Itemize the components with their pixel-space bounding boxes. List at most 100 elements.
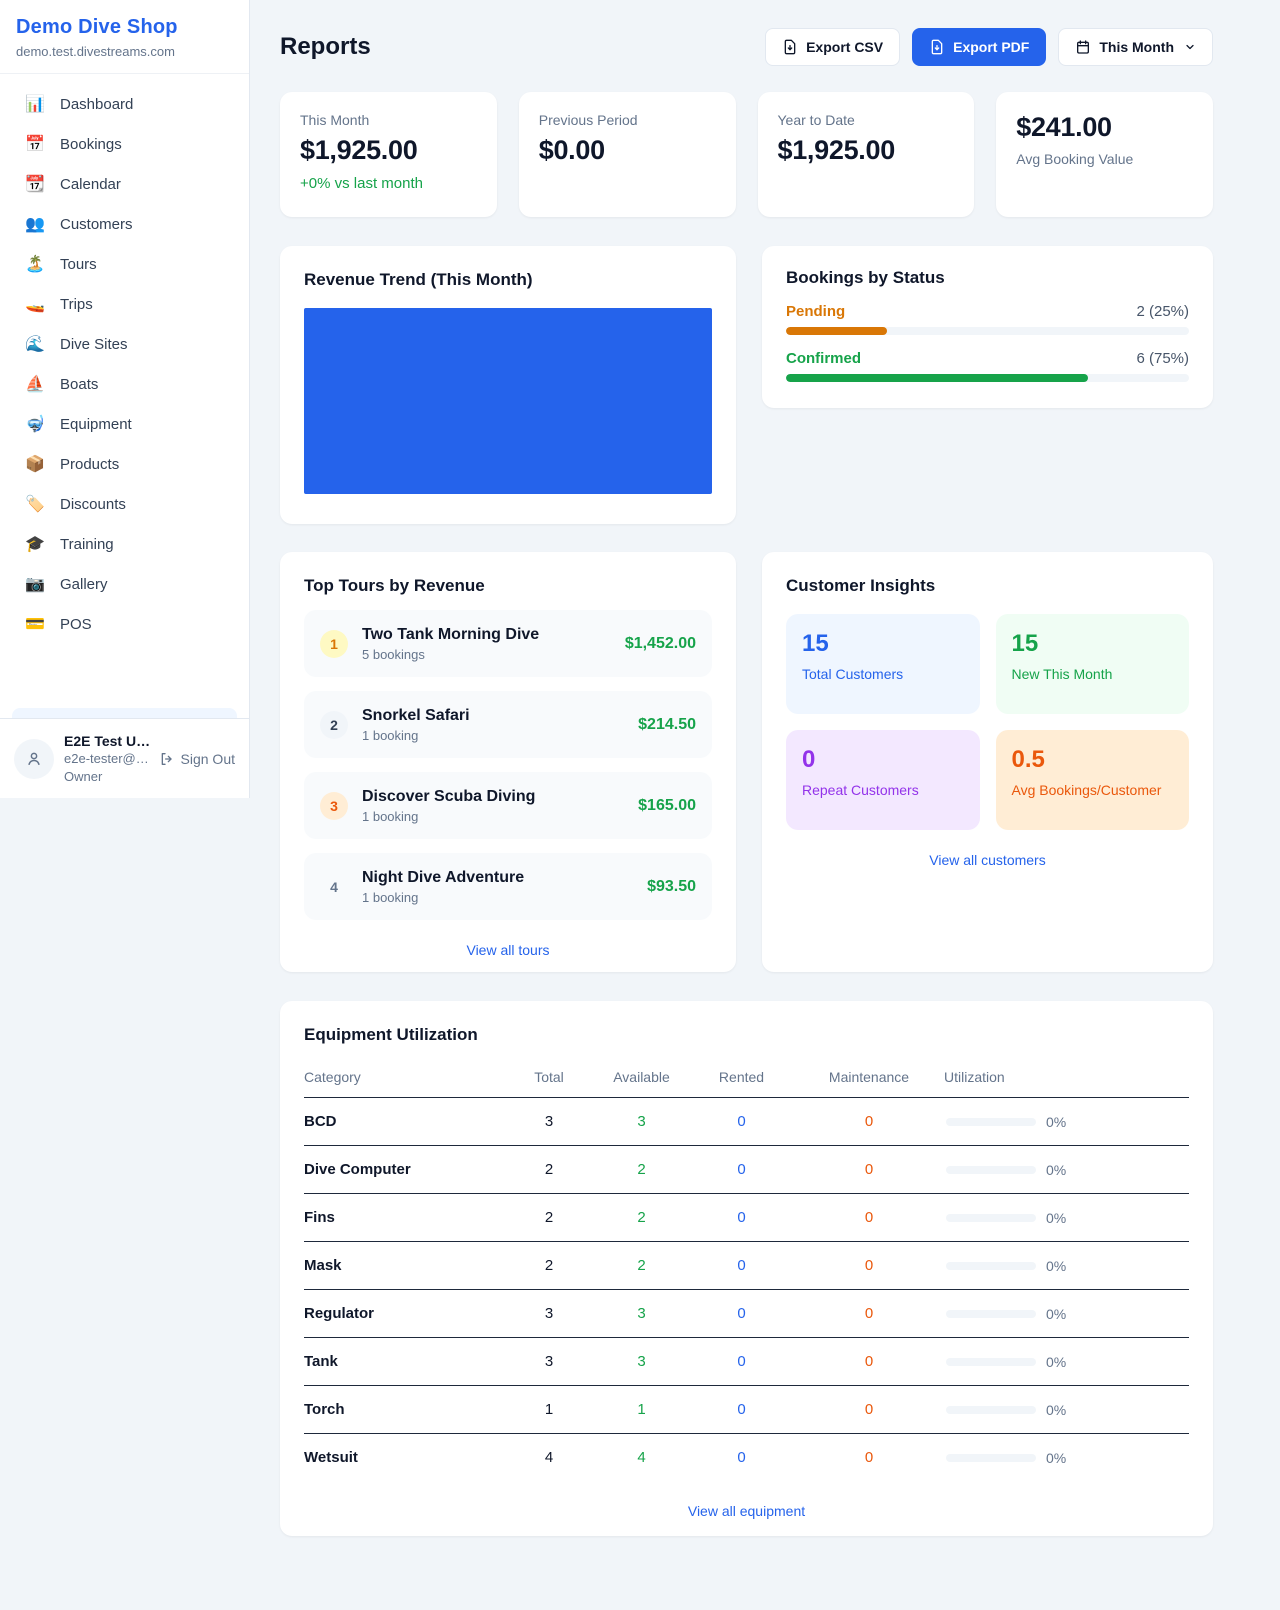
file-download-icon: [782, 39, 798, 55]
sidebar-item-training[interactable]: 🎓 Training: [10, 524, 239, 564]
wave-icon: 🌊: [24, 334, 46, 354]
tour-bookings: 1 booking: [362, 890, 633, 905]
category-cell: Tank: [304, 1338, 504, 1386]
utilization-cell: 0%: [944, 1434, 1189, 1482]
stat-label: Previous Period: [539, 112, 716, 128]
utilization-cell: 0%: [944, 1338, 1189, 1386]
sidebar-item-tours[interactable]: 🏝️ Tours: [10, 244, 239, 284]
column-header: Maintenance: [794, 1061, 944, 1098]
sidebar-item-pos[interactable]: 💳 POS: [10, 604, 239, 644]
calendar-icon: 📆: [24, 174, 46, 194]
tour-name: Discover Scuba Diving: [362, 788, 624, 806]
brand-name: Demo Dive Shop: [16, 16, 233, 39]
package-icon: 📦: [24, 454, 46, 474]
sign-out-button[interactable]: Sign Out: [159, 751, 235, 767]
table-row: Fins 2 2 0 0 0%: [304, 1194, 1189, 1242]
sidebar-item-trips[interactable]: 🚤 Trips: [10, 284, 239, 324]
bookings-by-status-card: Bookings by Status Pending 2 (25%) Confi…: [762, 246, 1213, 408]
view-all-customers-link[interactable]: View all customers: [929, 852, 1045, 868]
column-header: Total: [504, 1061, 594, 1098]
utilization-percent: 0%: [1046, 1258, 1066, 1274]
brand-block: Demo Dive Shop demo.test.divestreams.com: [0, 0, 249, 74]
total-cell: 3: [504, 1290, 594, 1338]
utilization-percent: 0%: [1046, 1306, 1066, 1322]
equipment-utilization-title: Equipment Utilization: [304, 1025, 1189, 1045]
sidebar-item-customers[interactable]: 👥 Customers: [10, 204, 239, 244]
period-label: This Month: [1099, 39, 1174, 55]
charts-row: Revenue Trend (This Month) Bookings by S…: [280, 246, 1213, 524]
view-all-tours-link[interactable]: View all tours: [466, 942, 549, 958]
export-csv-button[interactable]: Export CSV: [765, 28, 900, 66]
status-label: Pending: [786, 303, 845, 320]
available-cell: 3: [594, 1290, 689, 1338]
period-dropdown[interactable]: This Month: [1058, 28, 1213, 66]
tag-icon: 🏷️: [24, 494, 46, 514]
chevron-down-icon: [1184, 41, 1196, 53]
utilization-percent: 0%: [1046, 1210, 1066, 1226]
sidebar-item-label: Boats: [60, 376, 98, 393]
sidebar-item-label: Discounts: [60, 496, 126, 513]
sidebar-item-dive-sites[interactable]: 🌊 Dive Sites: [10, 324, 239, 364]
category-cell: Dive Computer: [304, 1146, 504, 1194]
maintenance-cell: 0: [794, 1242, 944, 1290]
category-cell: Regulator: [304, 1290, 504, 1338]
stats-row: This Month $1,925.00 +0% vs last month P…: [280, 92, 1213, 217]
insight-label: Total Customers: [802, 666, 964, 682]
utilization-bar: [946, 1262, 1036, 1270]
utilization-cell: 0%: [944, 1386, 1189, 1434]
credit-card-icon: 💳: [24, 614, 46, 634]
view-all-equipment-link[interactable]: View all equipment: [688, 1503, 805, 1519]
tour-bookings: 5 bookings: [362, 647, 611, 662]
utilization-bar: [946, 1118, 1036, 1126]
sidebar-item-partially-visible[interactable]: [12, 708, 237, 718]
status-progress-track: [786, 374, 1189, 382]
category-cell: Wetsuit: [304, 1434, 504, 1482]
sidebar-item-label: Trips: [60, 296, 93, 313]
available-cell: 2: [594, 1242, 689, 1290]
tour-amount: $165.00: [638, 797, 696, 815]
top-tours-title: Top Tours by Revenue: [304, 576, 712, 596]
total-cell: 2: [504, 1194, 594, 1242]
insight-tile-avg-bookings: 0.5 Avg Bookings/Customer: [996, 730, 1190, 830]
status-progress-fill: [786, 327, 887, 335]
stat-card-year-to-date: Year to Date $1,925.00: [758, 92, 975, 217]
utilization-cell: 0%: [944, 1290, 1189, 1338]
dive-mask-icon: 🤿: [24, 414, 46, 434]
export-pdf-button[interactable]: Export PDF: [912, 28, 1046, 66]
total-cell: 2: [504, 1146, 594, 1194]
sailboat-icon: ⛵: [24, 374, 46, 394]
sidebar-item-label: POS: [60, 616, 92, 633]
sidebar-item-discounts[interactable]: 🏷️ Discounts: [10, 484, 239, 524]
sidebar-item-calendar[interactable]: 📆 Calendar: [10, 164, 239, 204]
sidebar-item-equipment[interactable]: 🤿 Equipment: [10, 404, 239, 444]
user-name: E2E Test U…: [64, 732, 149, 751]
utilization-percent: 0%: [1046, 1114, 1066, 1130]
utilization-bar: [946, 1358, 1036, 1366]
bookings-by-status-title: Bookings by Status: [786, 268, 1189, 288]
sidebar-item-dashboard[interactable]: 📊 Dashboard: [10, 84, 239, 124]
sidebar-item-label: Training: [60, 536, 114, 553]
sidebar-item-label: Dive Sites: [60, 336, 128, 353]
maintenance-cell: 0: [794, 1194, 944, 1242]
sidebar-item-gallery[interactable]: 📷 Gallery: [10, 564, 239, 604]
avatar: [14, 739, 54, 779]
status-row-confirmed: Confirmed 6 (75%): [786, 350, 1189, 382]
insight-value: 0: [802, 746, 964, 774]
speedboat-icon: 🚤: [24, 294, 46, 314]
sidebar-item-label: Equipment: [60, 416, 132, 433]
available-cell: 2: [594, 1146, 689, 1194]
insight-tile-new-this-month: 15 New This Month: [996, 614, 1190, 714]
available-cell: 1: [594, 1386, 689, 1434]
utilization-bar: [946, 1214, 1036, 1222]
customers-icon: 👥: [24, 214, 46, 234]
sidebar-item-bookings[interactable]: 📅 Bookings: [10, 124, 239, 164]
sign-out-label: Sign Out: [181, 751, 235, 767]
sidebar-item-products[interactable]: 📦 Products: [10, 444, 239, 484]
sidebar-item-boats[interactable]: ⛵ Boats: [10, 364, 239, 404]
rented-cell: 0: [689, 1434, 794, 1482]
table-header-row: Category Total Available Rented Maintena…: [304, 1061, 1189, 1098]
export-pdf-label: Export PDF: [953, 39, 1029, 55]
stat-value: $0.00: [539, 135, 716, 166]
stat-card-previous-period: Previous Period $0.00: [519, 92, 736, 217]
available-cell: 2: [594, 1194, 689, 1242]
